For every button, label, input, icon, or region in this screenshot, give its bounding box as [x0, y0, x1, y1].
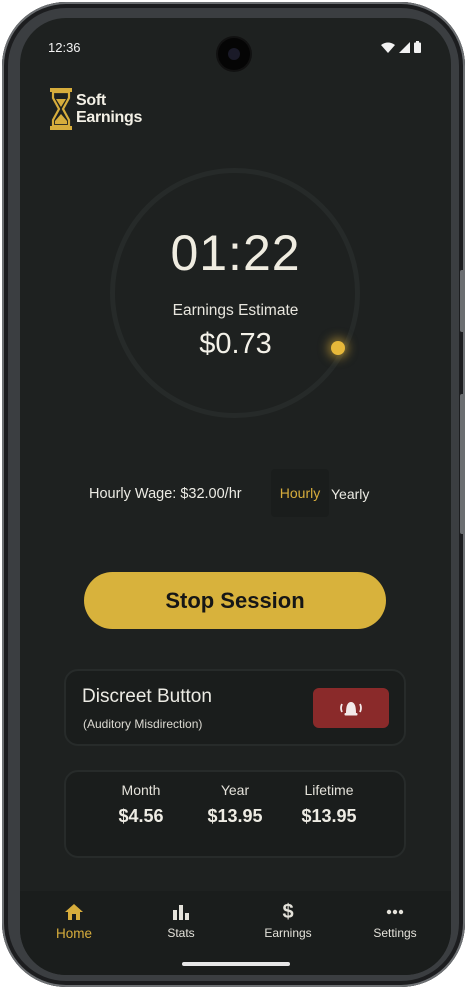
home-indicator[interactable] [182, 962, 290, 966]
discreet-button-card: Discreet Button (Auditory Misdirection) [64, 669, 406, 746]
hourly-wage-label[interactable]: Hourly Wage: $32.00/hr [89, 486, 242, 502]
stat-value: $13.95 [301, 806, 357, 826]
nav-stats[interactable]: Stats [136, 901, 226, 940]
nav-home[interactable]: Home [29, 901, 119, 941]
stat-year: Year $13.95 [185, 782, 285, 827]
alarm-bell-icon [340, 702, 362, 716]
logo-text: Soft Earnings [76, 92, 142, 126]
app-screen: 12:36 Soft Earnings 01:22 Earnings Estim… [20, 18, 451, 975]
battery-icon [414, 41, 421, 53]
phone-frame: 12:36 Soft Earnings 01:22 Earnings Estim… [2, 2, 465, 987]
stat-label: Lifetime [304, 782, 354, 798]
nav-settings[interactable]: Settings [350, 901, 440, 940]
nav-label: Stats [167, 926, 195, 940]
volume-button [460, 270, 465, 332]
stat-label: Month [121, 782, 161, 798]
stat-label: Year [220, 782, 250, 798]
timer-ring [110, 168, 360, 418]
earnings-stats-card: Month $4.56 Year $13.95 Lifetime $13.95 [64, 770, 406, 858]
stat-lifetime: Lifetime $13.95 [279, 782, 379, 827]
home-icon [65, 904, 83, 920]
logo-line-1: Soft [76, 92, 106, 109]
timer-elapsed: 01:22 [170, 225, 301, 281]
app-logo: Soft Earnings [50, 88, 142, 130]
nav-earnings[interactable]: $ Earnings [243, 900, 333, 941]
toggle-hourly[interactable]: Hourly [271, 469, 329, 517]
stat-value: $4.56 [118, 806, 164, 826]
nav-label: Settings [373, 926, 417, 940]
logo-line-2: Earnings [76, 109, 143, 126]
wifi-icon [381, 42, 395, 53]
more-icon [386, 909, 404, 915]
power-button [460, 394, 465, 534]
nav-label: Earnings [264, 926, 312, 940]
bar-chart-icon [173, 905, 189, 920]
hourglass-icon [50, 88, 72, 130]
nav-label: Home [55, 926, 92, 941]
stat-month: Month $4.56 [91, 782, 191, 827]
dollar-icon: $ [282, 900, 294, 923]
stop-session-button[interactable]: Stop Session [84, 572, 386, 629]
toggle-yearly[interactable]: Yearly [331, 486, 369, 502]
discreet-subtitle: (Auditory Misdirection) [83, 717, 203, 731]
status-icons [381, 41, 421, 53]
earnings-value: $0.73 [199, 328, 272, 360]
signal-icon [399, 41, 410, 53]
stat-value: $13.95 [207, 806, 263, 826]
front-camera [218, 38, 250, 70]
earnings-label: Earnings Estimate [172, 302, 299, 319]
status-time: 12:36 [48, 40, 81, 55]
discreet-alarm-button[interactable] [313, 688, 389, 728]
discreet-title: Discreet Button [82, 686, 212, 707]
